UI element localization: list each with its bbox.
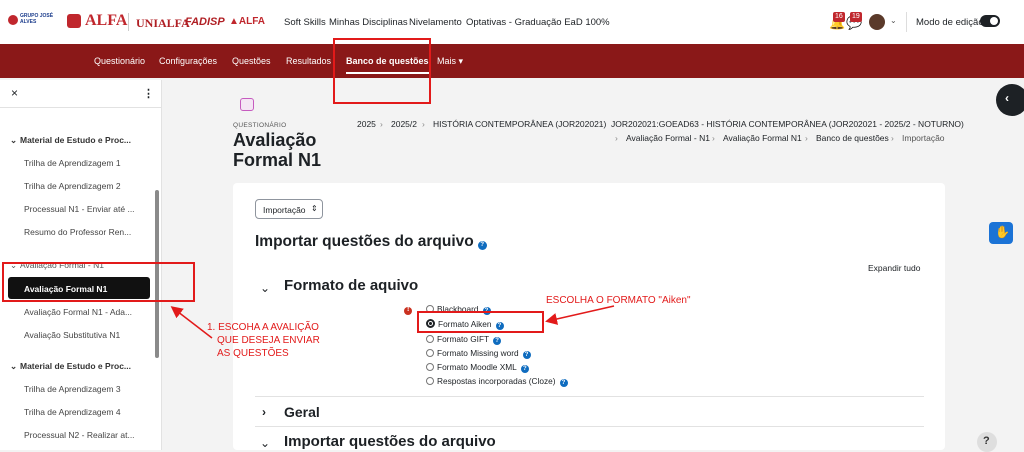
arrow-to-aiken <box>545 305 615 325</box>
arrow-to-avaliacao <box>170 306 213 339</box>
annotation-arrows <box>170 305 615 339</box>
